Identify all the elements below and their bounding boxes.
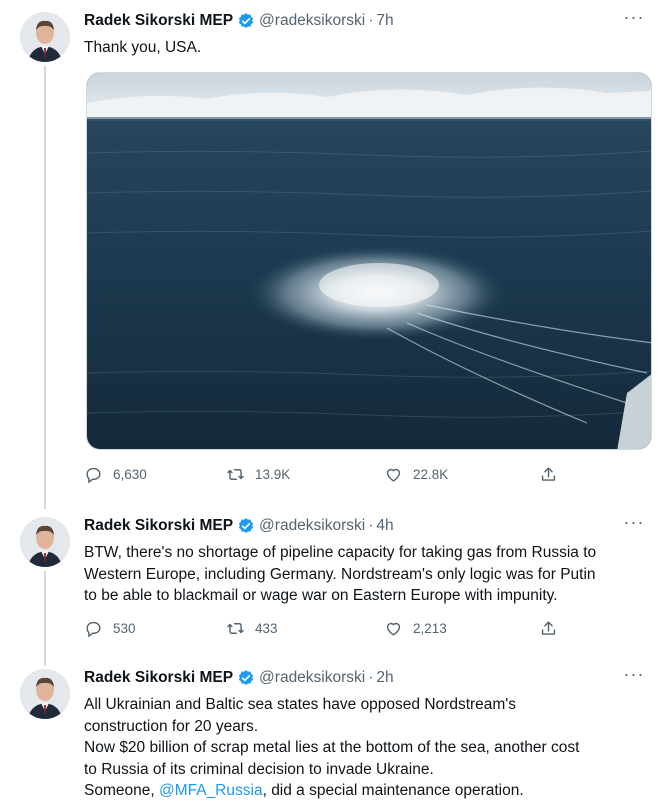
avatar[interactable] [20, 12, 70, 62]
timestamp[interactable]: 7h [376, 12, 393, 30]
tweet-text: Thank you, USA. [84, 39, 202, 56]
share-button[interactable] [539, 465, 568, 484]
more-options-icon[interactable]: ··· [623, 665, 645, 687]
author-handle[interactable]: @radeksikorski [259, 517, 365, 535]
like-count: 22.8K [413, 467, 449, 482]
thread-line [44, 66, 46, 509]
verified-badge-icon [238, 13, 254, 28]
tweet-text: All Ukrainian and Baltic sea states have… [84, 694, 649, 802]
avatar[interactable] [20, 517, 70, 567]
like-count: 2,213 [413, 621, 447, 636]
thread-line [44, 571, 46, 666]
heart-icon [386, 622, 401, 636]
like-button[interactable]: 2,213 [384, 619, 447, 638]
tweet-header: Radek Sikorski MEP @radeksikorski · 7h [84, 12, 394, 30]
author-name[interactable]: Radek Sikorski MEP [84, 12, 233, 30]
reply-button[interactable]: 6,630 [84, 465, 147, 484]
share-button[interactable] [539, 619, 568, 638]
author-name[interactable]: Radek Sikorski MEP [84, 517, 233, 535]
avatar[interactable] [20, 669, 70, 719]
verified-badge-icon [238, 518, 254, 533]
retweet-button[interactable]: 13.9K [226, 465, 290, 484]
tweet-actions: 6,630 13.9K 22.8K [84, 465, 564, 491]
reply-count: 530 [113, 621, 136, 636]
tweet-image[interactable] [86, 72, 652, 450]
separator-dot: · [368, 12, 374, 29]
retweet-count: 13.9K [255, 467, 291, 482]
tweet-text-part: , did a special maintenance operation. [262, 782, 524, 799]
tweet-text: BTW, there's no shortage of pipeline cap… [84, 544, 597, 604]
timestamp[interactable]: 4h [376, 517, 393, 535]
author-name[interactable]: Radek Sikorski MEP [84, 669, 233, 687]
separator-dot: · [368, 517, 374, 534]
like-button[interactable]: 22.8K [384, 465, 448, 484]
retweet-icon [227, 623, 244, 634]
tweet-actions: 530 433 2,213 [84, 619, 564, 645]
tweet[interactable]: Radek Sikorski MEP @radeksikorski · 7h ·… [0, 0, 665, 509]
timestamp[interactable]: 2h [376, 669, 393, 687]
retweet-button[interactable]: 433 [226, 619, 278, 638]
tweet-header: Radek Sikorski MEP @radeksikorski · 4h [84, 517, 394, 535]
share-icon [541, 621, 556, 635]
retweet-count: 433 [255, 621, 278, 636]
separator-dot: · [368, 669, 374, 686]
share-icon [541, 467, 556, 481]
reply-icon [86, 467, 101, 484]
retweet-icon [227, 469, 244, 480]
author-handle[interactable]: @radeksikorski [259, 12, 365, 30]
reply-icon [86, 621, 101, 638]
reply-count: 6,630 [113, 467, 147, 482]
verified-badge-icon [238, 670, 254, 685]
more-options-icon[interactable]: ··· [623, 8, 645, 30]
author-handle[interactable]: @radeksikorski [259, 669, 365, 687]
mention-link[interactable]: @MFA_Russia [159, 782, 263, 799]
reply-button[interactable]: 530 [84, 619, 136, 638]
tweet[interactable]: Radek Sikorski MEP @radeksikorski · 4h ·… [0, 505, 665, 666]
more-options-icon[interactable]: ··· [623, 513, 645, 535]
tweet[interactable]: Radek Sikorski MEP @radeksikorski · 2h ·… [0, 657, 665, 807]
heart-icon [386, 468, 401, 482]
tweet-header: Radek Sikorski MEP @radeksikorski · 2h [84, 669, 394, 687]
